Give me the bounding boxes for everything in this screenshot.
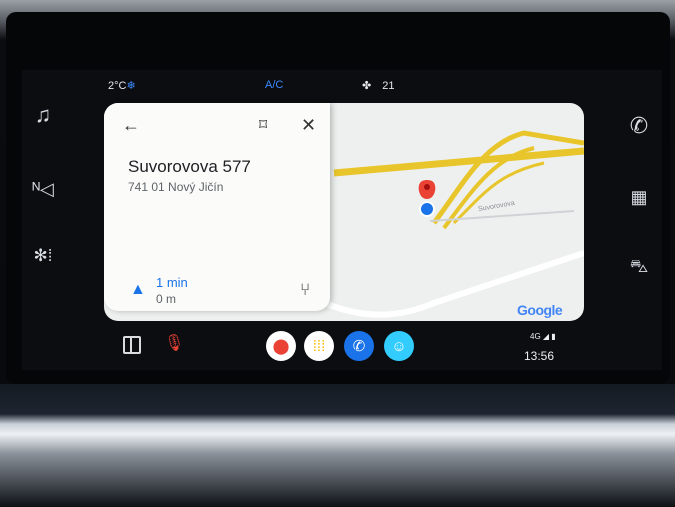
google-maps-icon[interactable]: ⬤ [266, 331, 296, 361]
map-highway-main [333, 147, 584, 177]
destination-card[interactable]: ← ⌑ ✕ Suvorovova 577 741 01 Nový Jičín ▲… [104, 103, 330, 311]
microphone-icon[interactable]: 🎙 [164, 333, 184, 353]
destination-locality: 741 01 Nový Jičín [128, 180, 224, 194]
split-screen-icon[interactable] [123, 336, 141, 354]
current-location-dot [419, 201, 435, 217]
apps-grid-icon[interactable]: ▦ [624, 186, 654, 208]
split-divider [130, 338, 132, 352]
phone-icon[interactable]: ✆ [624, 115, 654, 137]
signal-icon: ◢ [542, 332, 550, 341]
music-note-icon[interactable]: ♫ [28, 104, 58, 126]
pin-center [424, 184, 430, 190]
eta-label: 1 min [156, 275, 188, 290]
battery-icon: ▮ [551, 332, 556, 341]
climate-fan-icon[interactable]: ✻⁞ [28, 245, 58, 267]
navigation-arrow-icon: ▲ [130, 281, 146, 298]
navigation-icon[interactable]: ᴺ◁ [28, 178, 58, 200]
fan-icon: ✤ [362, 80, 372, 92]
destination-name: Suvorovova 577 [128, 157, 251, 176]
fan-readout[interactable]: ✤ 21 [362, 79, 395, 92]
network-indicator: 4G ◢ ▮ [530, 332, 556, 341]
temperature-readout: 2°C❄ [108, 80, 136, 92]
car-icon[interactable]: ⛍ [624, 255, 654, 277]
bookmark-icon[interactable]: ⌑ [259, 115, 267, 135]
distance-label: 0 m [156, 292, 177, 306]
ac-label[interactable]: A/C [265, 79, 283, 91]
google-attribution: Google [517, 302, 563, 318]
podcast-icon[interactable]: ⁞⁞⁞ [304, 331, 334, 361]
back-arrow-icon[interactable]: ← [122, 115, 140, 136]
snowflake-icon: ❄ [126, 80, 136, 92]
close-icon[interactable]: ✕ [301, 115, 316, 136]
phone-app-icon[interactable]: ✆ [344, 331, 374, 361]
dashboard-trim [0, 384, 675, 507]
waze-icon[interactable]: ☺ [384, 331, 414, 361]
alternate-routes-icon[interactable]: ⑂ [300, 280, 310, 300]
clock: 13:56 [524, 349, 555, 363]
